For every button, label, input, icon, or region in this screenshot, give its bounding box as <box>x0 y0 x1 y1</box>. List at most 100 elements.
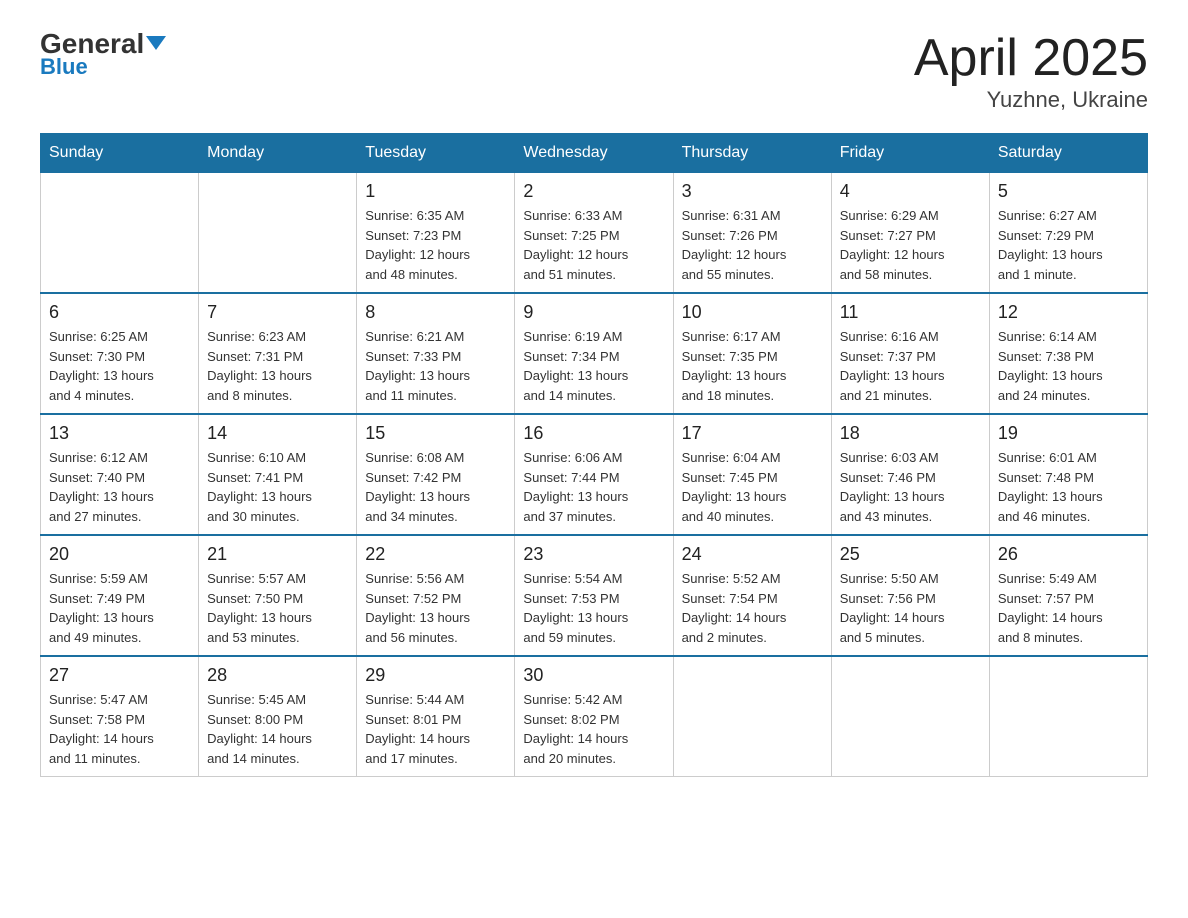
day-number: 30 <box>523 665 664 686</box>
day-number: 24 <box>682 544 823 565</box>
header-saturday: Saturday <box>989 134 1147 173</box>
day-number: 18 <box>840 423 981 444</box>
day-info: Sunrise: 5:54 AM Sunset: 7:53 PM Dayligh… <box>523 569 664 647</box>
calendar-cell: 2 Sunrise: 6:33 AM Sunset: 7:25 PM Daylig… <box>515 173 673 294</box>
day-info: Sunrise: 5:50 AM Sunset: 7:56 PM Dayligh… <box>840 569 981 647</box>
calendar-cell <box>673 656 831 777</box>
calendar-cell: 10 Sunrise: 6:17 AM Sunset: 7:35 PM Dayli… <box>673 293 831 414</box>
page-subtitle: Yuzhne, Ukraine <box>914 87 1148 113</box>
day-number: 6 <box>49 302 190 323</box>
day-number: 5 <box>998 181 1139 202</box>
calendar-week-row: 1 Sunrise: 6:35 AM Sunset: 7:23 PM Daylig… <box>41 173 1148 294</box>
calendar-cell: 27Sunrise: 5:47 AM Sunset: 7:58 PM Dayli… <box>41 656 199 777</box>
calendar-cell: 28 Sunrise: 5:45 AM Sunset: 8:00 PM Dayli… <box>199 656 357 777</box>
calendar-cell: 17 Sunrise: 6:04 AM Sunset: 7:45 PM Dayli… <box>673 414 831 535</box>
calendar-cell: 25 Sunrise: 5:50 AM Sunset: 7:56 PM Dayli… <box>831 535 989 656</box>
day-info: Sunrise: 5:52 AM Sunset: 7:54 PM Dayligh… <box>682 569 823 647</box>
day-info: Sunrise: 6:14 AM Sunset: 7:38 PM Dayligh… <box>998 327 1139 405</box>
logo-triangle-icon <box>146 36 166 50</box>
day-number: 9 <box>523 302 664 323</box>
calendar-cell: 24 Sunrise: 5:52 AM Sunset: 7:54 PM Dayli… <box>673 535 831 656</box>
calendar-cell: 6 Sunrise: 6:25 AM Sunset: 7:30 PM Daylig… <box>41 293 199 414</box>
calendar-cell <box>199 173 357 294</box>
calendar-cell: 20 Sunrise: 5:59 AM Sunset: 7:49 PM Dayli… <box>41 535 199 656</box>
calendar-cell: 23Sunrise: 5:54 AM Sunset: 7:53 PM Dayli… <box>515 535 673 656</box>
logo-sub: Blue <box>40 54 88 80</box>
day-info: Sunrise: 5:57 AM Sunset: 7:50 PM Dayligh… <box>207 569 348 647</box>
calendar-cell: 21 Sunrise: 5:57 AM Sunset: 7:50 PM Dayli… <box>199 535 357 656</box>
calendar-cell: 13 Sunrise: 6:12 AM Sunset: 7:40 PM Dayli… <box>41 414 199 535</box>
day-info: Sunrise: 6:19 AM Sunset: 7:34 PM Dayligh… <box>523 327 664 405</box>
day-info: Sunrise: 6:25 AM Sunset: 7:30 PM Dayligh… <box>49 327 190 405</box>
calendar-cell: 9 Sunrise: 6:19 AM Sunset: 7:34 PM Daylig… <box>515 293 673 414</box>
day-number: 28 <box>207 665 348 686</box>
calendar-cell: 14 Sunrise: 6:10 AM Sunset: 7:41 PM Dayli… <box>199 414 357 535</box>
day-number: 15 <box>365 423 506 444</box>
calendar-cell: 11 Sunrise: 6:16 AM Sunset: 7:37 PM Dayli… <box>831 293 989 414</box>
day-number: 4 <box>840 181 981 202</box>
calendar-cell: 22 Sunrise: 5:56 AM Sunset: 7:52 PM Dayli… <box>357 535 515 656</box>
day-info: Sunrise: 6:10 AM Sunset: 7:41 PM Dayligh… <box>207 448 348 526</box>
day-info: Sunrise: 5:59 AM Sunset: 7:49 PM Dayligh… <box>49 569 190 647</box>
header-tuesday: Tuesday <box>357 134 515 173</box>
day-info: Sunrise: 6:35 AM Sunset: 7:23 PM Dayligh… <box>365 206 506 284</box>
header-thursday: Thursday <box>673 134 831 173</box>
day-info: Sunrise: 5:49 AM Sunset: 7:57 PM Dayligh… <box>998 569 1139 647</box>
calendar-cell: 26 Sunrise: 5:49 AM Sunset: 7:57 PM Dayli… <box>989 535 1147 656</box>
day-number: 13 <box>49 423 190 444</box>
day-number: 25 <box>840 544 981 565</box>
calendar-cell: 12Sunrise: 6:14 AM Sunset: 7:38 PM Dayli… <box>989 293 1147 414</box>
day-info: Sunrise: 6:31 AM Sunset: 7:26 PM Dayligh… <box>682 206 823 284</box>
day-info: Sunrise: 6:17 AM Sunset: 7:35 PM Dayligh… <box>682 327 823 405</box>
day-info: Sunrise: 6:01 AM Sunset: 7:48 PM Dayligh… <box>998 448 1139 526</box>
day-number: 3 <box>682 181 823 202</box>
calendar-cell: 5 Sunrise: 6:27 AM Sunset: 7:29 PM Daylig… <box>989 173 1147 294</box>
day-number: 17 <box>682 423 823 444</box>
day-number: 2 <box>523 181 664 202</box>
calendar-cell: 8Sunrise: 6:21 AM Sunset: 7:33 PM Daylig… <box>357 293 515 414</box>
day-info: Sunrise: 6:16 AM Sunset: 7:37 PM Dayligh… <box>840 327 981 405</box>
calendar-cell: 19 Sunrise: 6:01 AM Sunset: 7:48 PM Dayli… <box>989 414 1147 535</box>
calendar-week-row: 13 Sunrise: 6:12 AM Sunset: 7:40 PM Dayli… <box>41 414 1148 535</box>
calendar-cell: 7Sunrise: 6:23 AM Sunset: 7:31 PM Daylig… <box>199 293 357 414</box>
day-number: 20 <box>49 544 190 565</box>
day-info: Sunrise: 6:08 AM Sunset: 7:42 PM Dayligh… <box>365 448 506 526</box>
calendar-week-row: 20 Sunrise: 5:59 AM Sunset: 7:49 PM Dayli… <box>41 535 1148 656</box>
day-number: 19 <box>998 423 1139 444</box>
day-info: Sunrise: 6:04 AM Sunset: 7:45 PM Dayligh… <box>682 448 823 526</box>
day-info: Sunrise: 6:12 AM Sunset: 7:40 PM Dayligh… <box>49 448 190 526</box>
header-monday: Monday <box>199 134 357 173</box>
day-number: 11 <box>840 302 981 323</box>
day-info: Sunrise: 5:56 AM Sunset: 7:52 PM Dayligh… <box>365 569 506 647</box>
calendar-cell: 3 Sunrise: 6:31 AM Sunset: 7:26 PM Daylig… <box>673 173 831 294</box>
day-number: 10 <box>682 302 823 323</box>
calendar-cell: 29Sunrise: 5:44 AM Sunset: 8:01 PM Dayli… <box>357 656 515 777</box>
calendar-table: SundayMondayTuesdayWednesdayThursdayFrid… <box>40 133 1148 777</box>
day-info: Sunrise: 6:06 AM Sunset: 7:44 PM Dayligh… <box>523 448 664 526</box>
header-sunday: Sunday <box>41 134 199 173</box>
logo: General Blue <box>40 30 166 80</box>
day-number: 7 <box>207 302 348 323</box>
day-info: Sunrise: 6:03 AM Sunset: 7:46 PM Dayligh… <box>840 448 981 526</box>
calendar-cell <box>41 173 199 294</box>
day-number: 26 <box>998 544 1139 565</box>
day-number: 8 <box>365 302 506 323</box>
header-friday: Friday <box>831 134 989 173</box>
day-info: Sunrise: 6:33 AM Sunset: 7:25 PM Dayligh… <box>523 206 664 284</box>
calendar-cell: 15 Sunrise: 6:08 AM Sunset: 7:42 PM Dayli… <box>357 414 515 535</box>
day-info: Sunrise: 6:29 AM Sunset: 7:27 PM Dayligh… <box>840 206 981 284</box>
calendar-cell <box>831 656 989 777</box>
day-number: 16 <box>523 423 664 444</box>
day-info: Sunrise: 6:27 AM Sunset: 7:29 PM Dayligh… <box>998 206 1139 284</box>
day-number: 21 <box>207 544 348 565</box>
day-number: 1 <box>365 181 506 202</box>
day-number: 29 <box>365 665 506 686</box>
day-info: Sunrise: 5:45 AM Sunset: 8:00 PM Dayligh… <box>207 690 348 768</box>
page-title: April 2025 <box>914 30 1148 87</box>
day-number: 14 <box>207 423 348 444</box>
calendar-cell: 30Sunrise: 5:42 AM Sunset: 8:02 PM Dayli… <box>515 656 673 777</box>
calendar-cell: 4 Sunrise: 6:29 AM Sunset: 7:27 PM Daylig… <box>831 173 989 294</box>
calendar-cell: 16 Sunrise: 6:06 AM Sunset: 7:44 PM Dayli… <box>515 414 673 535</box>
day-number: 22 <box>365 544 506 565</box>
header-wednesday: Wednesday <box>515 134 673 173</box>
